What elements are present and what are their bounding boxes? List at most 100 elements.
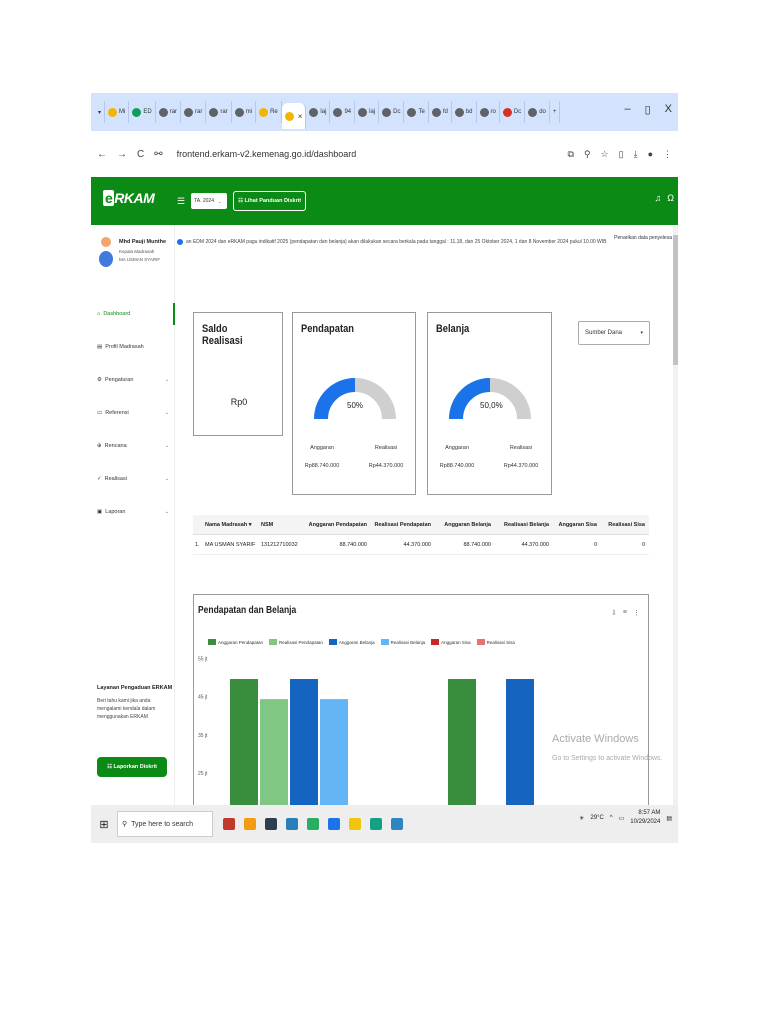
- tray-chevron-icon[interactable]: ^: [610, 815, 613, 821]
- download-icon[interactable]: ⤓: [634, 149, 638, 160]
- browser-tab[interactable]: fd: [429, 101, 452, 123]
- col-anggaran-sisa[interactable]: Anggaran Sisa: [553, 522, 601, 528]
- browser-tab[interactable]: Dc: [379, 101, 405, 123]
- taskbar-app-icon[interactable]: [307, 818, 319, 830]
- legend-item[interactable]: Anggaran Sisa: [431, 639, 471, 645]
- browser-tab[interactable]: ×: [281, 103, 307, 129]
- browser-tab[interactable]: rar: [206, 101, 232, 123]
- taskbar-app-icon[interactable]: [349, 818, 361, 830]
- bar-realisasi-pendapatan[interactable]: [260, 699, 288, 811]
- browser-tab[interactable]: ro: [477, 101, 500, 123]
- network-icon[interactable]: ▭: [619, 815, 625, 822]
- new-tab-button[interactable]: +: [550, 101, 561, 123]
- col-realisasi-pendapatan[interactable]: Realisasi Pendapatan: [371, 522, 435, 528]
- browser-tab[interactable]: do: [525, 101, 550, 123]
- sidebar-item-laporan[interactable]: ▣ Laporan ⌄: [97, 501, 175, 523]
- bar-anggaran-belanja[interactable]: [290, 679, 318, 811]
- belanja-realisasi-label: Realisasi: [509, 445, 533, 451]
- col-realisasi-sisa[interactable]: Realisasi Sisa: [601, 522, 649, 528]
- sidebar-item-rencana[interactable]: ⊕ Rencana ⌄: [97, 435, 175, 457]
- sumber-dana-select[interactable]: Sumber Dana ▾: [578, 321, 650, 345]
- close-tab-icon[interactable]: ×: [298, 112, 303, 121]
- bar-realisasi-belanja[interactable]: [320, 699, 348, 811]
- close-window-button[interactable]: X: [665, 103, 672, 116]
- tab-label: ro: [490, 109, 496, 115]
- clock[interactable]: 8:57 AM 10/29/2024: [630, 809, 660, 827]
- taskbar-app-icon[interactable]: [223, 818, 235, 830]
- maximize-button[interactable]: ▯: [645, 103, 651, 116]
- fiscal-year-select[interactable]: TA. 2024 ⌄: [191, 193, 228, 209]
- browser-tab[interactable]: Mi: [105, 101, 130, 123]
- bar-group2-anggaran-pendapatan[interactable]: [448, 679, 476, 811]
- user-name: Mhd Pauji Munthe: [119, 239, 167, 245]
- col-nama-madrasah[interactable]: Nama Madrasah ▾: [205, 522, 261, 528]
- taskbar-app-icon[interactable]: [328, 818, 340, 830]
- col-nsm[interactable]: NSM: [261, 522, 307, 528]
- sidebar-item-profil-madrasah[interactable]: ▤ Profil Madrasah: [97, 336, 175, 358]
- bookmark-star-icon[interactable]: ☆: [601, 149, 609, 160]
- vertical-scrollbar[interactable]: [673, 225, 678, 805]
- forward-button[interactable]: →: [117, 149, 127, 160]
- scrollbar-thumb[interactable]: [673, 235, 678, 365]
- chevron-down-icon: ⌄: [218, 198, 222, 204]
- notification-icon[interactable]: ▤: [666, 815, 672, 822]
- erkam-logo[interactable]: e RKAM: [103, 190, 155, 212]
- sidebar-item-realisasi[interactable]: ✓ Realisasi ⌄: [97, 468, 175, 490]
- legend-item[interactable]: Anggaran Pendapatan: [208, 639, 263, 645]
- browser-tab[interactable]: bd: [452, 101, 477, 123]
- user-account-icon[interactable]: Ω: [667, 193, 674, 203]
- legend-item[interactable]: Realisasi Sisa: [476, 639, 515, 645]
- browser-tab[interactable]: Dc: [500, 101, 526, 123]
- user-role: Kepala Madrasah: [119, 249, 155, 254]
- windows-start-icon[interactable]: ⊞: [91, 818, 117, 831]
- url-input[interactable]: frontend.erkam-v2.kemenag.go.id/dashboar…: [173, 142, 568, 166]
- guide-button[interactable]: ☷ Lihat Panduan Diskrit: [233, 191, 307, 211]
- chart-download-icon[interactable]: ⇩: [611, 609, 617, 617]
- report-button[interactable]: ☷ Laporkan Diskrit: [97, 757, 167, 777]
- profile-icon[interactable]: ●: [648, 149, 653, 160]
- install-icon[interactable]: ⧉: [568, 149, 574, 160]
- site-info-icon[interactable]: ⚯: [154, 149, 162, 160]
- reload-button[interactable]: C: [137, 149, 144, 160]
- legend-item[interactable]: Realisasi Belanja: [380, 639, 425, 645]
- taskbar-app-icon[interactable]: [244, 818, 256, 830]
- col-anggaran-belanja[interactable]: Anggaran Belanja: [435, 522, 495, 528]
- sidebar-item-icon: ▣: [97, 509, 103, 515]
- browser-tab[interactable]: rar: [181, 101, 207, 123]
- taskbar-app-icon[interactable]: [286, 818, 298, 830]
- zoom-icon[interactable]: ⚲: [584, 149, 591, 160]
- browser-tab[interactable]: rar: [156, 101, 182, 123]
- browser-menu-icon[interactable]: ⋮: [663, 149, 672, 160]
- minimize-button[interactable]: –: [624, 103, 630, 116]
- legend-item[interactable]: Anggaran Belanja: [328, 639, 375, 645]
- taskbar-app-icon[interactable]: [370, 818, 382, 830]
- taskbar-search[interactable]: ⚲ Type here to search: [117, 811, 213, 837]
- bar-anggaran-pendapatan[interactable]: [230, 679, 258, 811]
- legend-item[interactable]: Realisasi Pendapatan: [269, 639, 323, 645]
- table-row[interactable]: 1. MA USMAN SYARIF 131212710032 88.740.0…: [193, 535, 649, 555]
- y-tick-label: 25 jt: [198, 771, 208, 777]
- bar-group2-anggaran-belanja[interactable]: [506, 679, 534, 811]
- browser-tab[interactable]: Re: [256, 101, 282, 123]
- sidebar-item-dashboard[interactable]: ⌂ Dashboard: [97, 303, 175, 325]
- browser-tab[interactable]: mi: [232, 101, 257, 123]
- col-anggaran-pendapatan[interactable]: Anggaran Pendapatan: [307, 522, 371, 528]
- notification-bell-icon[interactable]: ♫: [655, 193, 662, 203]
- extensions-icon[interactable]: ▯: [619, 149, 624, 160]
- browser-tab[interactable]: 94: [330, 101, 356, 123]
- col-realisasi-belanja[interactable]: Realisasi Belanja: [495, 522, 553, 528]
- back-button[interactable]: ←: [97, 149, 107, 160]
- taskbar-app-icon[interactable]: [265, 818, 277, 830]
- chart-more-icon[interactable]: ⋮: [633, 609, 640, 617]
- sidebar-item-label: Dashboard: [103, 311, 131, 317]
- browser-tab[interactable]: laj: [355, 101, 380, 123]
- tab-search-icon[interactable]: ▾: [95, 101, 106, 123]
- menu-toggle-icon[interactable]: ☰: [177, 196, 185, 207]
- sidebar-item-referensi[interactable]: ▭ Referensi ⌄: [97, 402, 175, 424]
- taskbar-app-icon[interactable]: [391, 818, 403, 830]
- chart-menu-icon[interactable]: ≡: [623, 609, 627, 617]
- sidebar-item-pengaturan[interactable]: ⚙ Pengaturan ⌄: [97, 369, 175, 391]
- browser-tab[interactable]: ED: [129, 101, 156, 123]
- browser-tab[interactable]: laj: [306, 101, 331, 123]
- browser-tab[interactable]: Te: [404, 101, 429, 123]
